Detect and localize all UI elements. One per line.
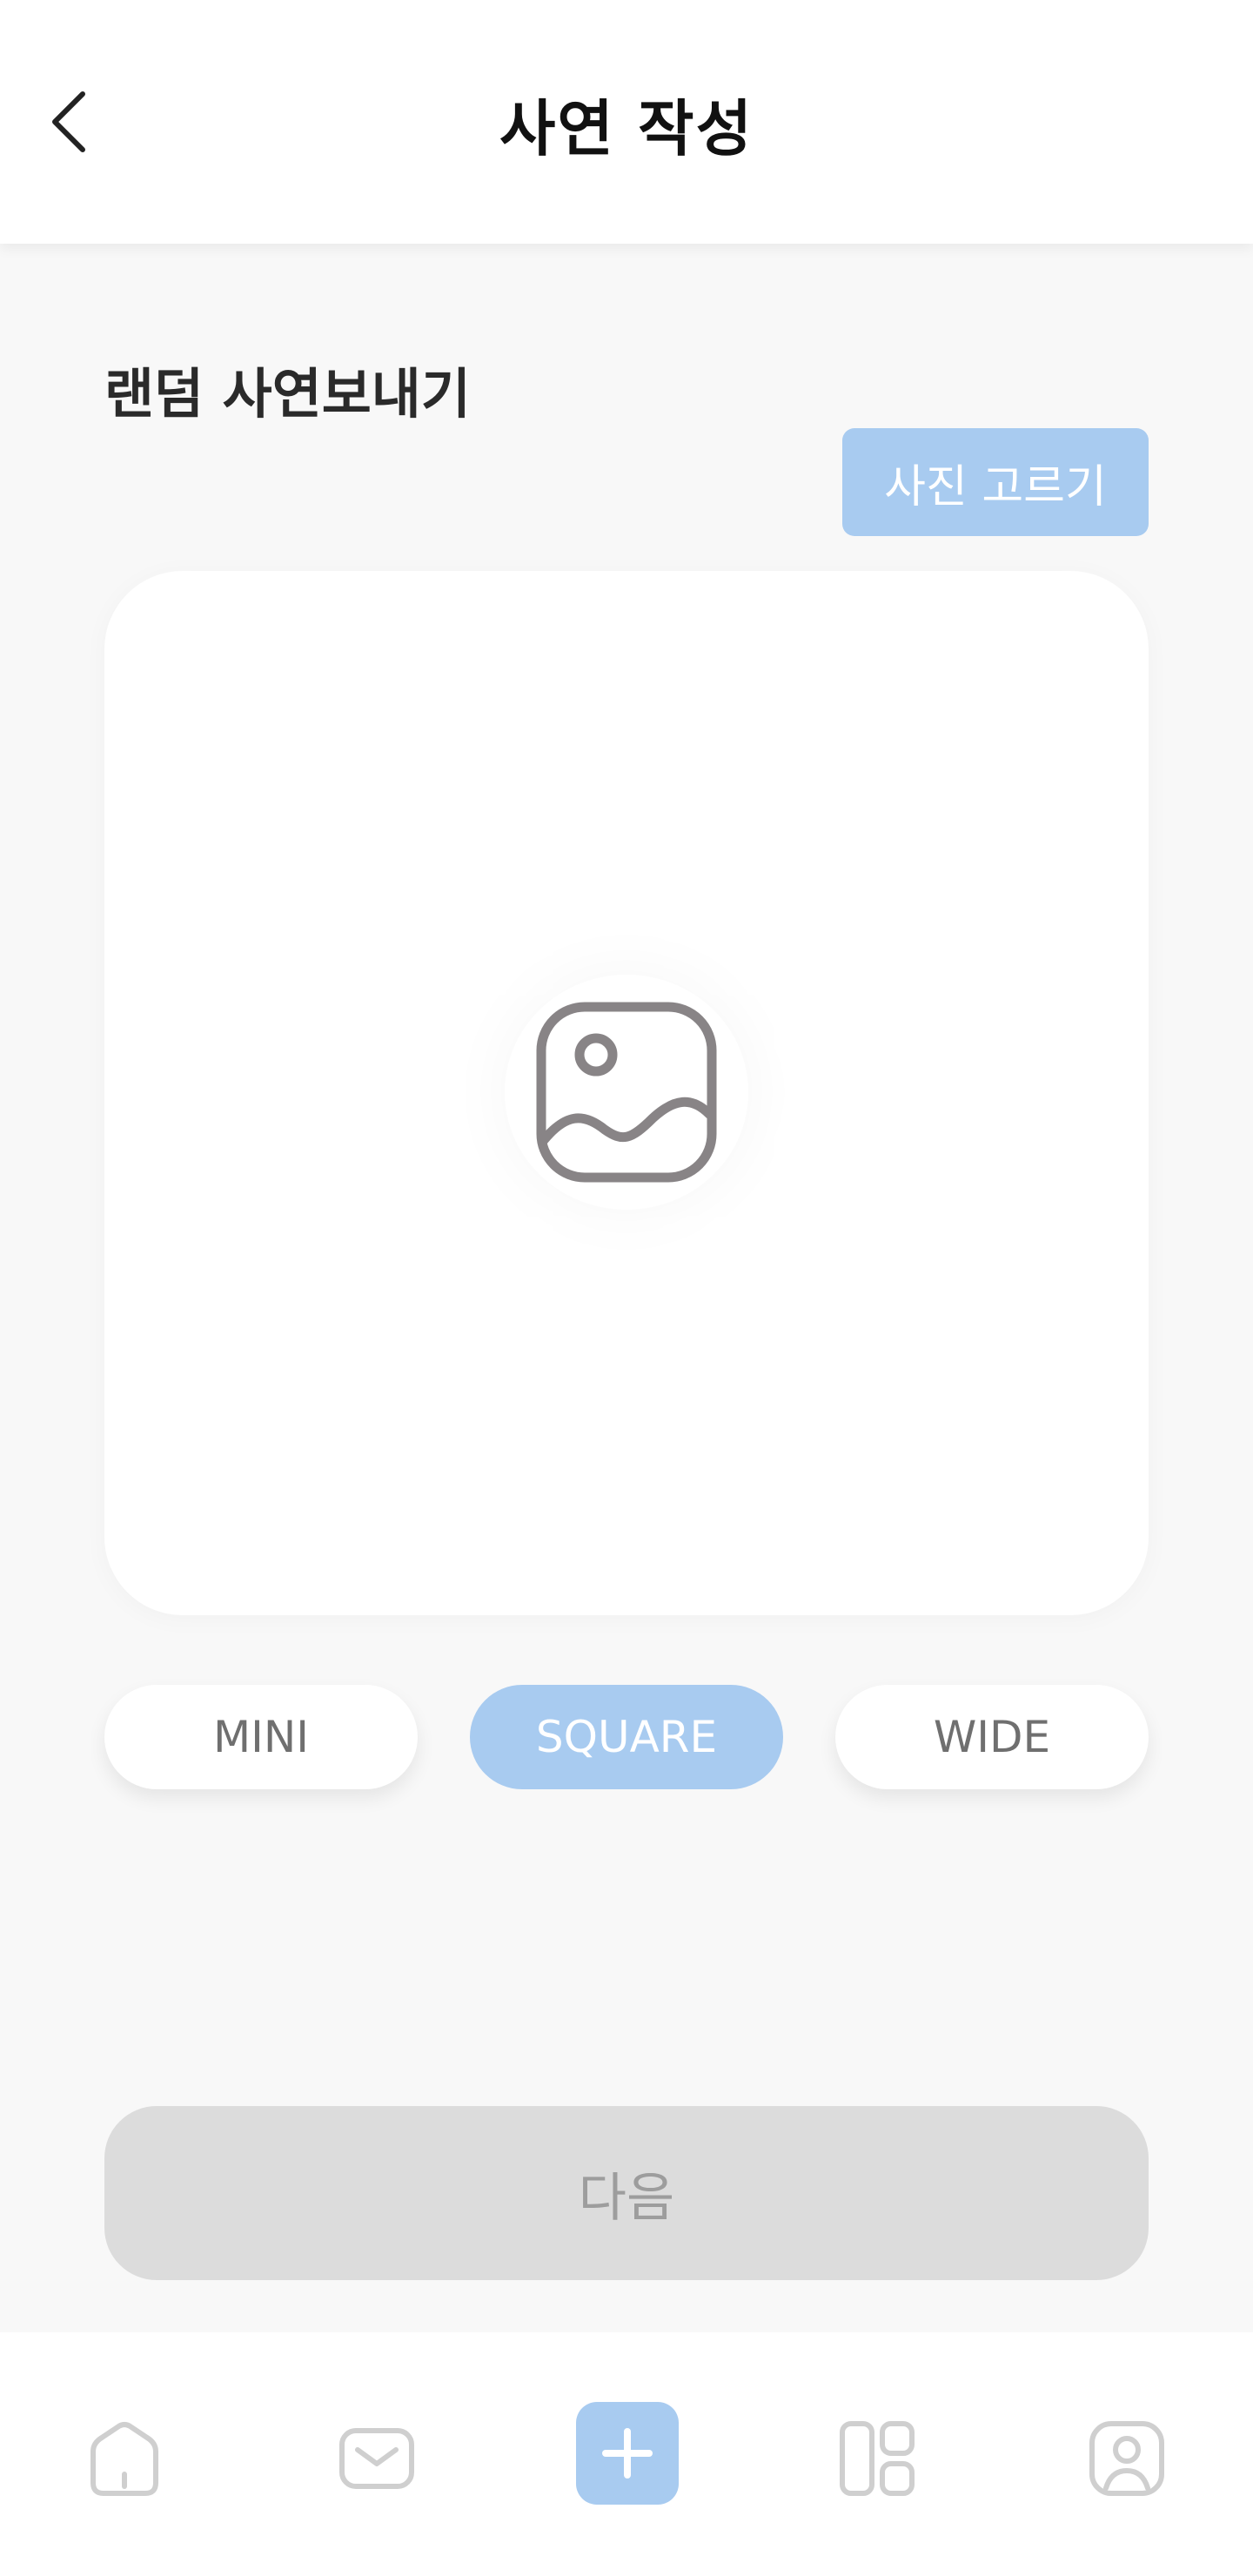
section-title: 랜덤 사연보내기 (104, 362, 471, 426)
pick-photo-button[interactable]: 사진 고르기 (842, 428, 1149, 536)
grid-icon (840, 2421, 915, 2496)
home-icon (90, 2422, 158, 2496)
next-button[interactable]: 다음 (104, 2106, 1149, 2280)
image-placeholder-icon (536, 1002, 717, 1183)
mail-icon (339, 2428, 414, 2489)
nav-add-button[interactable] (576, 2402, 679, 2505)
page-title: 사연 작성 (499, 93, 754, 164)
profile-icon (1089, 2421, 1164, 2496)
nav-home[interactable] (68, 2402, 181, 2515)
plus-icon (602, 2428, 653, 2479)
app-header: 사연 작성 (0, 0, 1253, 244)
photo-placeholder (505, 975, 748, 1210)
nav-profile[interactable] (1070, 2402, 1183, 2515)
nav-mail[interactable] (320, 2402, 433, 2515)
nav-grid[interactable] (821, 2402, 934, 2515)
bottom-navigation (0, 2332, 1253, 2576)
size-option-wide[interactable]: WIDE (835, 1685, 1149, 1789)
size-option-mini[interactable]: MINI (104, 1685, 418, 1789)
size-option-square[interactable]: SQUARE (470, 1685, 783, 1789)
